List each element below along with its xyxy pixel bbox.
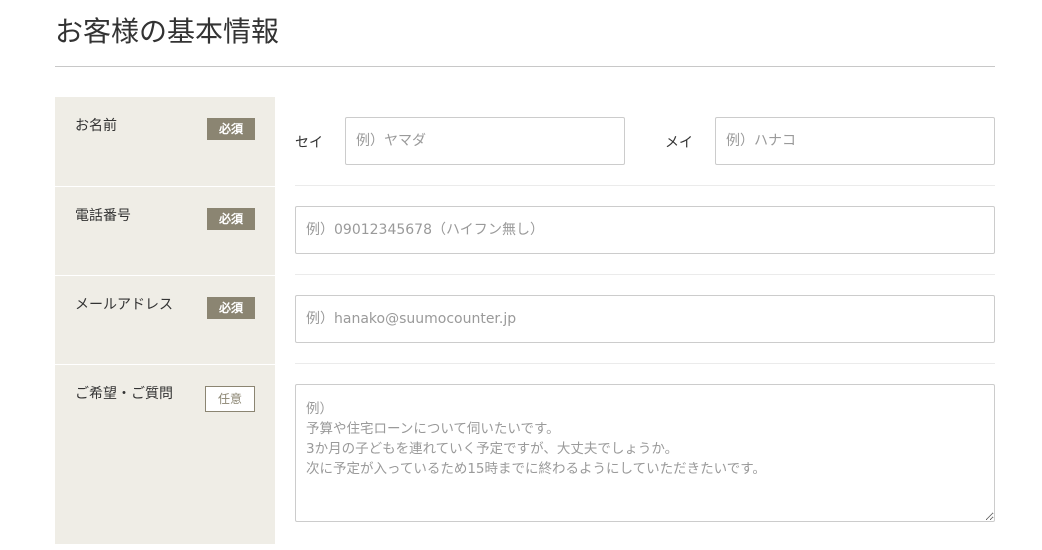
name-label-cell: お名前 必須: [55, 97, 275, 186]
request-label: ご希望・ご質問: [75, 386, 173, 402]
phone-label: 電話番号: [75, 208, 131, 224]
phone-row: 電話番号 必須: [55, 186, 995, 275]
phone-input[interactable]: [295, 206, 995, 254]
email-row: メールアドレス 必須: [55, 275, 995, 364]
sei-label: セイ: [295, 135, 323, 151]
page-title: お客様の基本情報: [55, 15, 280, 48]
request-row: ご希望・ご質問 任意: [55, 364, 995, 544]
request-field-cell: [295, 364, 995, 544]
request-label-cell: ご希望・ご質問 任意: [55, 364, 275, 544]
email-label: メールアドレス: [75, 297, 173, 313]
customer-info-form: お名前 必須 セイ メイ 電話番号 必須 メールアドレス 必須 ご希: [55, 97, 995, 544]
name-label: お名前: [75, 118, 117, 134]
email-input[interactable]: [295, 295, 995, 343]
email-field-cell: [295, 275, 995, 364]
required-badge: 必須: [207, 118, 255, 140]
phone-label-cell: 電話番号 必須: [55, 186, 275, 275]
mei-input[interactable]: [715, 117, 995, 165]
required-badge: 必須: [207, 297, 255, 319]
name-row: お名前 必須 セイ メイ: [55, 97, 995, 186]
mei-label: メイ: [665, 135, 693, 151]
required-badge: 必須: [207, 208, 255, 230]
optional-badge: 任意: [205, 386, 255, 412]
phone-field-cell: [295, 186, 995, 275]
sei-input[interactable]: [345, 117, 625, 165]
request-textarea[interactable]: [295, 384, 995, 522]
name-field-cell: セイ メイ: [295, 97, 995, 186]
email-label-cell: メールアドレス 必須: [55, 275, 275, 364]
title-divider: [55, 66, 995, 67]
